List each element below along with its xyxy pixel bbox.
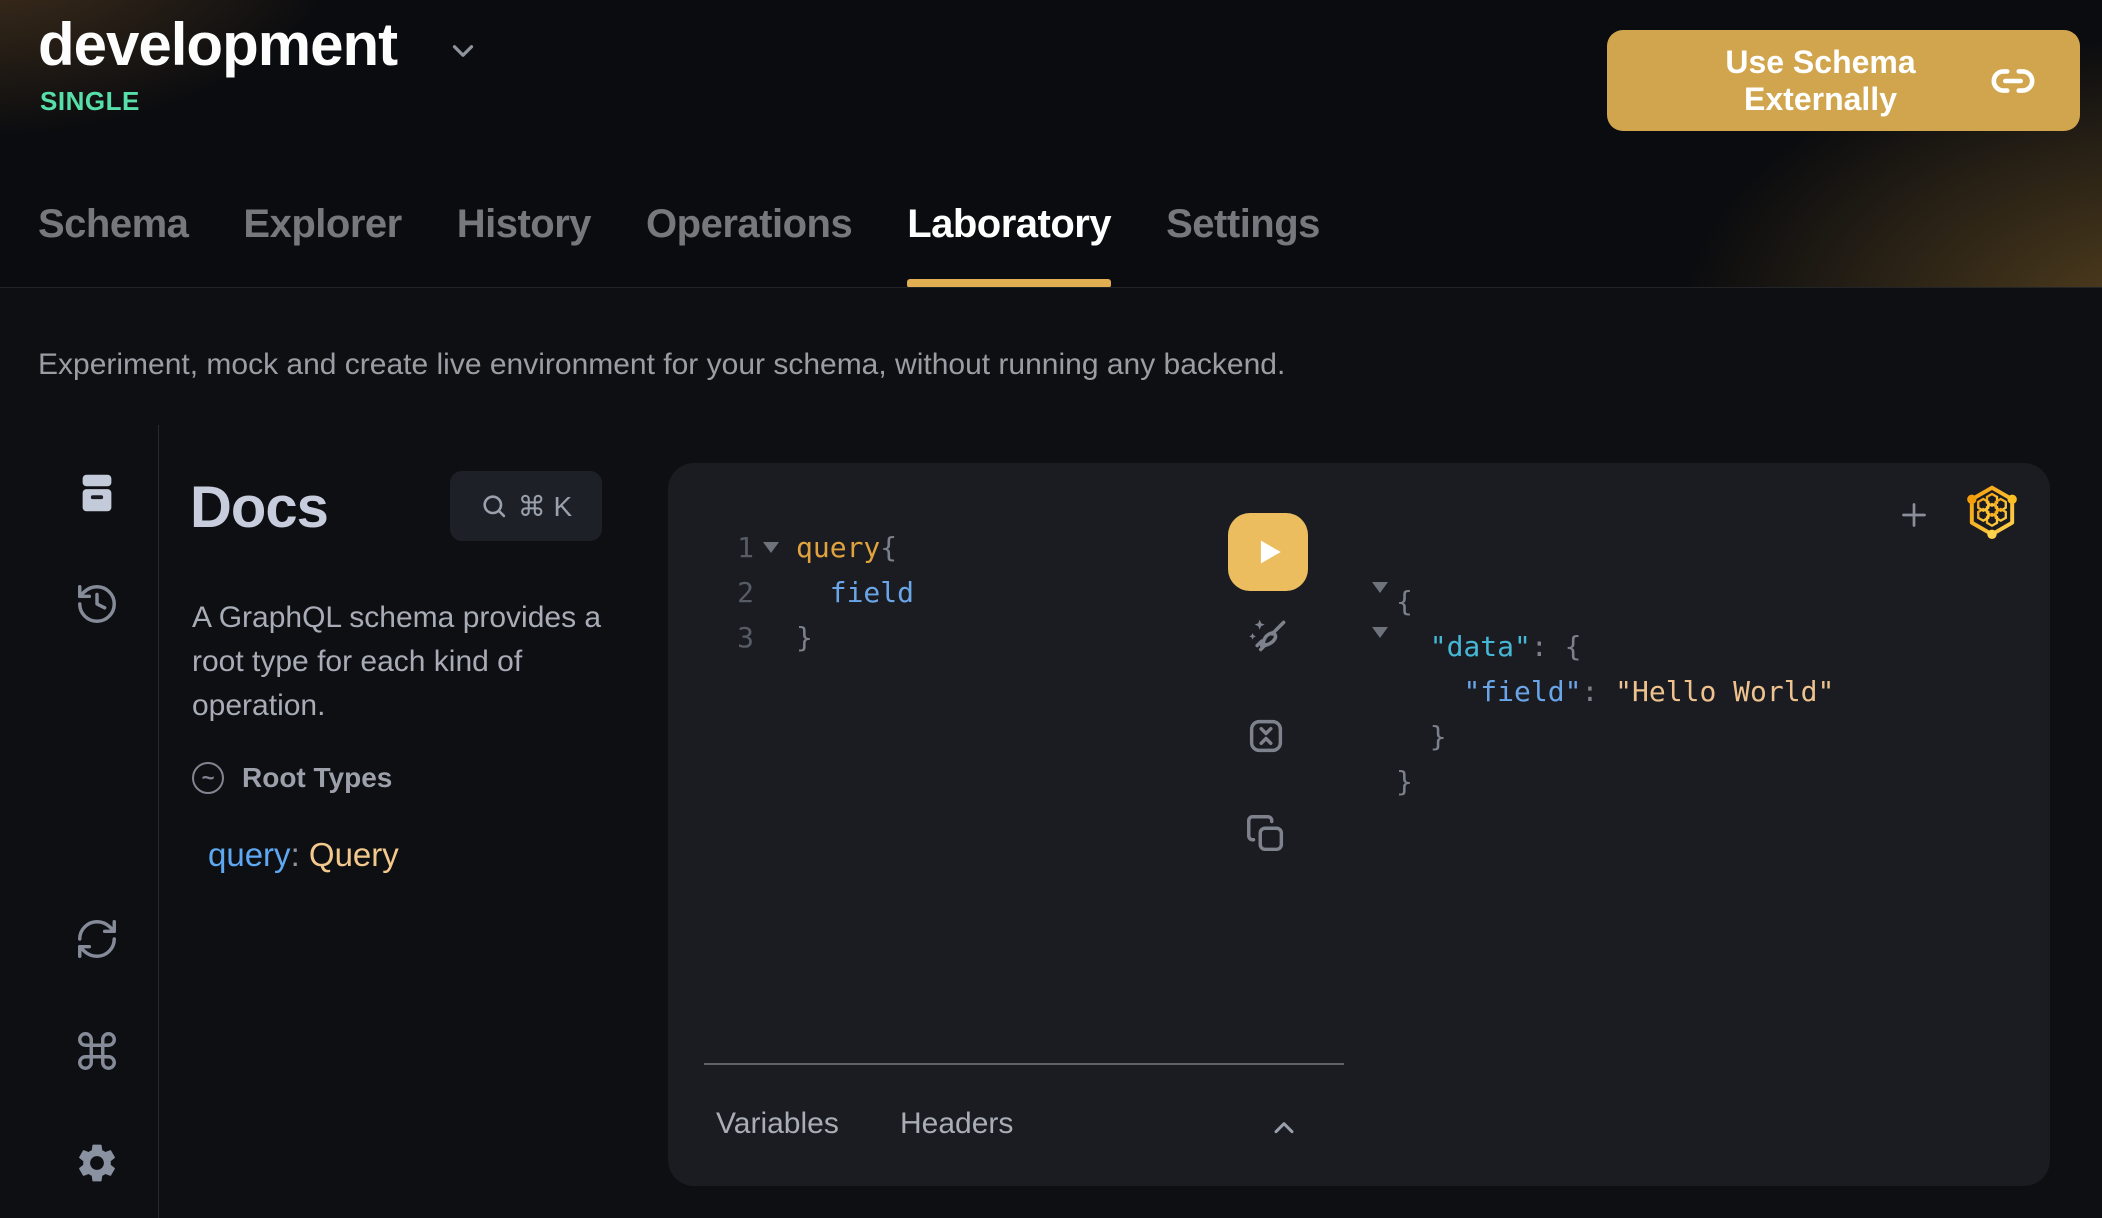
token-punct: { (880, 531, 897, 564)
editor-line: 1 query{ (668, 525, 914, 570)
token-punct: : { (1531, 630, 1582, 663)
fold-triangle-icon (1372, 627, 1388, 655)
response-viewer: { "data": { "field": "Hello World" } } (1396, 579, 1834, 804)
code-text: } (796, 621, 813, 654)
tab-label: History (457, 202, 591, 247)
play-icon (1251, 535, 1285, 569)
chevron-up-icon (1268, 1113, 1300, 1145)
editor-line: 3 } (668, 615, 914, 660)
docs-search-button[interactable]: ⌘ K (450, 471, 602, 541)
graphiql-panel: 1 query{ 2 field 3 } (668, 463, 2050, 1186)
collapse-editor-tools-button[interactable] (1268, 1113, 1300, 1145)
search-shortcut-hint: ⌘ K (518, 490, 572, 523)
fold-triangle-icon (1372, 582, 1388, 610)
status-badge: SINGLE (40, 86, 140, 117)
tab-label: Explorer (243, 202, 401, 247)
page-header: development SINGLE Use Schema Externally… (0, 0, 2102, 288)
main-nav-tabs: Schema Explorer History Operations Labor… (0, 196, 2102, 288)
line-number: 3 (710, 621, 754, 654)
query-separator: : (291, 836, 309, 873)
code-text: field (796, 576, 914, 609)
page-description: Experiment, mock and create live environ… (38, 348, 1285, 382)
line-number: 1 (710, 531, 754, 564)
tab-history[interactable]: History (457, 196, 591, 288)
sidebar-item-settings[interactable] (74, 1140, 120, 1186)
response-line: "data": { (1396, 624, 1834, 669)
root-types-label: Root Types (242, 762, 392, 794)
tab-operations[interactable]: Operations (646, 196, 852, 288)
tab-label: Operations (646, 202, 852, 247)
token-field: field (796, 576, 914, 609)
plus-icon (1896, 497, 1932, 533)
use-schema-externally-button[interactable]: Use Schema Externally (1607, 30, 2080, 131)
tab-explorer[interactable]: Explorer (243, 196, 401, 288)
hive-logo-icon (1964, 483, 2020, 539)
tabs-divider (0, 287, 2102, 288)
response-fold-toggle[interactable] (1372, 638, 1388, 656)
query-type-link[interactable]: Query (309, 836, 399, 873)
command-icon (74, 1028, 120, 1074)
root-type-query-row: query: Query (208, 836, 399, 874)
response-line: } (1396, 714, 1834, 759)
response-fold-toggle[interactable] (1372, 593, 1388, 611)
code-text: query{ (796, 531, 897, 564)
prettify-icon (1243, 613, 1293, 663)
hive-logo-button[interactable] (1964, 483, 2020, 539)
token-keyword: query (796, 531, 880, 564)
line-number: 2 (710, 576, 754, 609)
token-punct: : (1581, 675, 1615, 708)
token-punct (1396, 630, 1430, 663)
fold-toggle[interactable] (754, 542, 788, 553)
editor-footer-divider (704, 1063, 1344, 1065)
link-icon (1990, 58, 2036, 104)
tab-label: Settings (1166, 202, 1320, 247)
editor-line: 2 field (668, 570, 914, 615)
sidebar-item-history[interactable] (74, 581, 120, 627)
prettify-query-button[interactable] (1243, 613, 1293, 663)
docs-schema-description: A GraphQL schema provides a root type fo… (192, 596, 682, 728)
token-punct (1396, 675, 1463, 708)
token-key-data: "data" (1430, 630, 1531, 663)
chevron-down-icon[interactable] (446, 34, 480, 68)
root-types-section-header: ~ Root Types (192, 762, 392, 794)
sidebar-item-refresh-schema[interactable] (74, 916, 120, 962)
tab-schema[interactable]: Schema (38, 196, 188, 288)
gear-icon (74, 1140, 120, 1186)
token-key-field: "field" (1463, 675, 1581, 708)
merge-fragments-button[interactable] (1243, 713, 1289, 759)
execute-query-button[interactable] (1228, 513, 1308, 591)
tab-label: Schema (38, 202, 188, 247)
tab-laboratory[interactable]: Laboratory (907, 196, 1111, 288)
refresh-icon (74, 916, 120, 962)
query-field-link[interactable]: query (208, 836, 291, 873)
add-tab-button[interactable] (1896, 497, 1932, 533)
response-line: { (1396, 579, 1834, 624)
tab-variables[interactable]: Variables (716, 1107, 839, 1141)
target-title: development (38, 10, 397, 79)
fold-triangle-icon (763, 542, 779, 553)
token-string-value: "Hello World" (1615, 675, 1834, 708)
token-punct: } (1396, 720, 1447, 753)
tab-label: Laboratory (907, 202, 1111, 247)
tab-headers[interactable]: Headers (900, 1107, 1013, 1141)
response-line: "field": "Hello World" (1396, 669, 1834, 714)
search-icon (480, 492, 508, 520)
root-types-icon: ~ (192, 762, 224, 794)
sidebar-divider (158, 425, 159, 1218)
copy-icon (1243, 811, 1289, 857)
sidebar-item-shortcuts[interactable] (74, 1028, 120, 1074)
tab-settings[interactable]: Settings (1166, 196, 1320, 288)
token-punct: { (1396, 585, 1413, 618)
merge-icon (1243, 713, 1289, 759)
token-punct: } (1396, 765, 1413, 798)
copy-query-button[interactable] (1243, 811, 1289, 857)
cta-label: Use Schema Externally (1651, 44, 1990, 118)
history-icon (74, 581, 120, 627)
docs-pane-title: Docs (190, 474, 328, 541)
docs-icon (74, 470, 120, 516)
sidebar-item-docs[interactable] (74, 470, 120, 516)
response-line: } (1396, 759, 1834, 804)
token-punct: } (796, 621, 813, 654)
query-editor[interactable]: 1 query{ 2 field 3 } (668, 525, 914, 660)
